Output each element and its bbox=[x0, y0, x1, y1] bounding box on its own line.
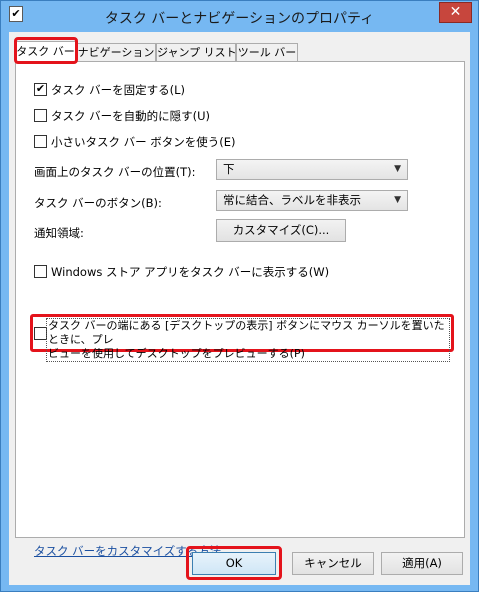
store-apps-option[interactable]: Windows ストア アプリをタスク バーに表示する(W) bbox=[34, 264, 329, 280]
notification-area-label: 通知領域: bbox=[34, 226, 84, 240]
tab-jump-lists[interactable]: ジャンプ リスト bbox=[156, 43, 237, 62]
small-buttons-label: 小さいタスク バー ボタンを使う(E) bbox=[51, 135, 236, 149]
customize-button[interactable]: カスタマイズ(C)... bbox=[216, 219, 346, 242]
ok-button[interactable]: OK bbox=[192, 552, 276, 575]
auto-hide-option[interactable]: タスク バーを自動的に隠す(U) bbox=[34, 108, 210, 124]
peek-label-line1: タスク バーの端にある [デスクトップの表示] ボタンにマウス カーソルを置いた… bbox=[48, 319, 445, 346]
close-button[interactable]: ✕ bbox=[439, 2, 472, 23]
position-dropdown[interactable]: 下 ▼ bbox=[216, 159, 408, 180]
auto-hide-checkbox[interactable] bbox=[34, 109, 47, 122]
small-buttons-option[interactable]: 小さいタスク バー ボタンを使う(E) bbox=[34, 134, 236, 150]
title-bar[interactable]: ✔ タスク バーとナビゲーションのプロパティ ✕ bbox=[1, 1, 478, 32]
lock-taskbar-checkbox[interactable]: ✔ bbox=[34, 83, 47, 96]
store-apps-checkbox[interactable] bbox=[34, 265, 47, 278]
store-apps-label: Windows ストア アプリをタスク バーに表示する(W) bbox=[51, 265, 330, 279]
position-label: 画面上のタスク バーの位置(T): bbox=[34, 165, 196, 179]
small-buttons-checkbox[interactable] bbox=[34, 135, 47, 148]
tab-toolbars[interactable]: ツール バー bbox=[236, 43, 298, 62]
lock-taskbar-label: タスク バーを固定する(L) bbox=[51, 83, 186, 97]
peek-option-label[interactable]: タスク バーの端にある [デスクトップの表示] ボタンにマウス カーソルを置いた… bbox=[46, 318, 450, 362]
tab-navigation[interactable]: ナビゲーション bbox=[76, 43, 156, 62]
auto-hide-label: タスク バーを自動的に隠す(U) bbox=[51, 109, 211, 123]
dialog-client-area: タスク バー ナビゲーション ジャンプ リスト ツール バー ✔ タスク バーを固… bbox=[9, 32, 470, 585]
peek-label-line2: ビューを使用してデスクトップをプレビューする(P) bbox=[48, 347, 305, 360]
tab-highlight-annotation bbox=[14, 37, 78, 64]
lock-taskbar-option[interactable]: ✔ タスク バーを固定する(L) bbox=[34, 82, 185, 98]
apply-button[interactable]: 適用(A) bbox=[381, 552, 463, 575]
taskbar-tab-panel: ✔ タスク バーを固定する(L) タスク バーを自動的に隠す(U) 小さいタスク … bbox=[15, 61, 465, 558]
buttons-dropdown[interactable]: 常に結合、ラベルを非表示 ▼ bbox=[216, 190, 408, 211]
buttons-value: 常に結合、ラベルを非表示 bbox=[223, 193, 361, 207]
chevron-down-icon: ▼ bbox=[394, 195, 401, 205]
chevron-down-icon: ▼ bbox=[394, 164, 401, 174]
buttons-label: タスク バーのボタン(B): bbox=[34, 196, 162, 210]
properties-dialog: ✔ タスク バーとナビゲーションのプロパティ ✕ タスク バー ナビゲーション … bbox=[0, 0, 479, 592]
position-value: 下 bbox=[223, 162, 235, 176]
window-title: タスク バーとナビゲーションのプロパティ bbox=[104, 11, 375, 27]
cancel-button[interactable]: キャンセル bbox=[292, 552, 374, 575]
